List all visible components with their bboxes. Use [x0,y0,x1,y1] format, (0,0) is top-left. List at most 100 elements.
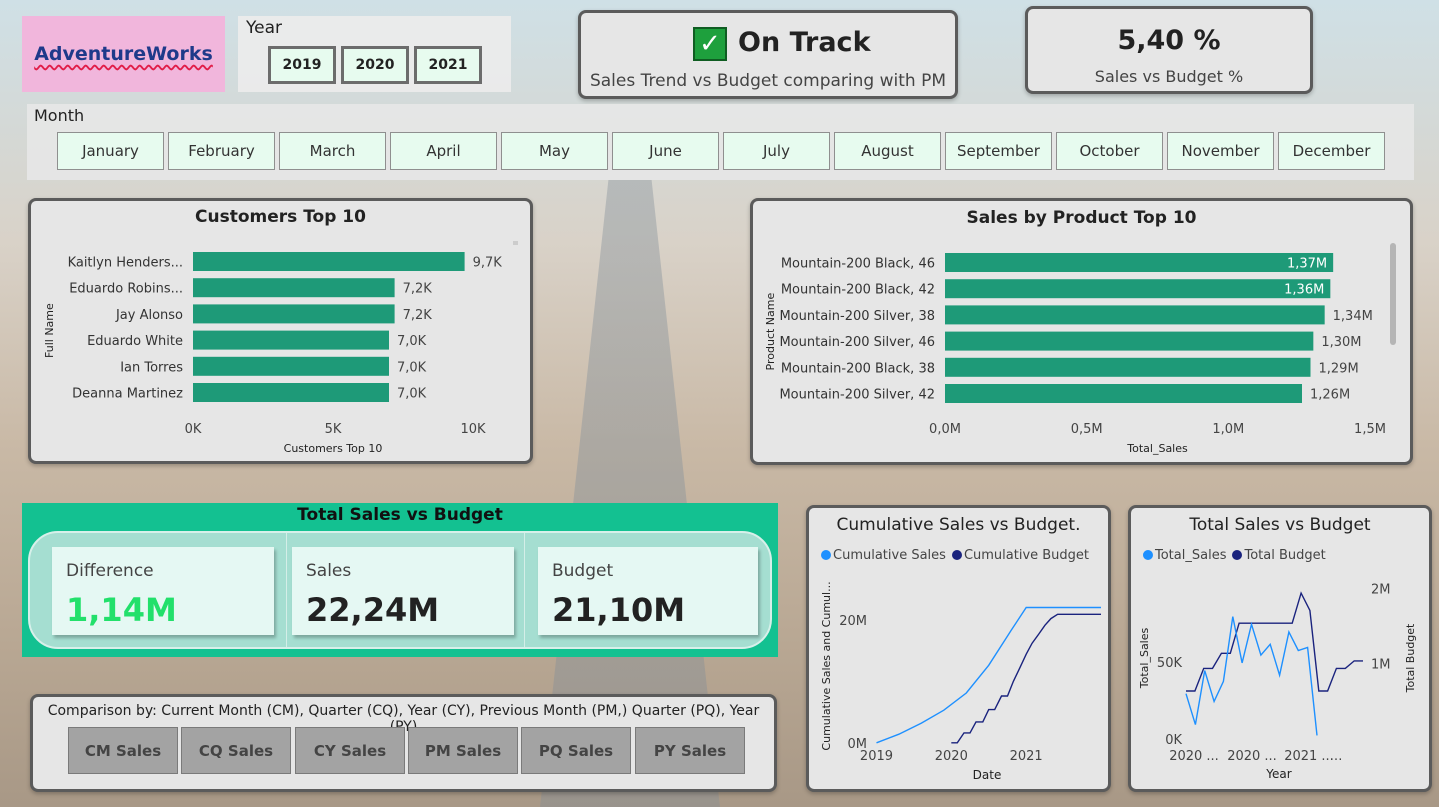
sales-vs-budget-pct-card: 5,40 % Sales vs Budget % [1025,6,1313,94]
divider [286,533,287,647]
month-option-august[interactable]: August [834,132,941,170]
bar [945,384,1302,403]
year-option-2021[interactable]: 2021 [414,46,482,84]
y-tick-label: 0K [1165,733,1182,748]
budget-card: Budget 21,10M [538,547,758,635]
y2-tick-label: 1M [1371,658,1391,673]
y-axis-title: Full Name [43,303,56,358]
x-tick-label: 2020 ... [1227,749,1277,764]
category-label: Mountain-200 Silver, 42 [779,388,935,403]
month-option-april[interactable]: April [390,132,497,170]
budget-value: 21,10M [552,591,686,629]
cy-sales-button[interactable]: CY Sales [295,727,405,774]
x-tick-label: 1,0M [1212,422,1244,437]
month-option-january[interactable]: January [57,132,164,170]
x-tick-label: 2019 [860,749,893,764]
x-tick-label: 0,5M [1071,422,1103,437]
month-option-june[interactable]: June [612,132,719,170]
category-label: Kaitlyn Henders... [68,256,183,271]
cm-sales-button[interactable]: CM Sales [68,727,178,774]
year-option-2019[interactable]: 2019 [268,46,336,84]
sales-label: Sales [306,561,352,581]
data-label: 1,26M [1310,388,1350,403]
customers-top10-svg: Kaitlyn Henders... 9,7K Eduardo Robins... 7… [43,241,518,455]
pct-subtitle: Sales vs Budget % [1094,67,1244,86]
category-label: Mountain-200 Black, 42 [781,283,935,298]
total-sales-vs-budget-line-chart: Total Sales vs Budget Total_Sales Total … [1128,505,1432,792]
status-card: ✓ On Track Sales Trend vs Budget compari… [578,10,958,99]
x-tick-label: 0K [185,422,202,437]
month-option-november[interactable]: November [1167,132,1274,170]
bar [193,252,465,271]
month-option-december[interactable]: December [1278,132,1385,170]
x-tick-label: 2020 [935,749,968,764]
year-slicer-label: Year [246,18,282,38]
sales-by-product-top10-chart: Sales by Product Top 10 Mountain-200 Bla… [750,198,1413,465]
pm-sales-button[interactable]: PM Sales [408,727,518,774]
bar [193,278,395,298]
pq-sales-button[interactable]: PQ Sales [521,727,631,774]
category-label: Mountain-200 Silver, 38 [779,309,935,324]
data-label: 7,0K [397,334,427,349]
y-axis-title: Product Name [764,293,777,371]
x-tick-label: 2020 ... [1169,749,1219,764]
kpi-block-title: Total Sales vs Budget [297,505,503,525]
status-subtitle: Sales Trend vs Budget comparing with PM [589,71,947,91]
bar [193,330,389,350]
month-option-october[interactable]: October [1056,132,1163,170]
total-sales-vs-budget-kpis: Total Sales vs Budget Difference 1,14M S… [22,503,778,657]
category-label: Jay Alonso [115,308,183,323]
difference-label: Difference [66,561,154,581]
data-label: 1,30M [1321,335,1361,350]
bar [193,383,389,402]
x-axis-title: Year [1265,767,1291,781]
sales-value: 22,24M [306,591,440,629]
month-option-may[interactable]: May [501,132,608,170]
y-axis-title: Cumulative Sales and Cumul... [820,581,833,750]
month-option-september[interactable]: September [945,132,1052,170]
x-tick-label: 10K [460,422,486,437]
y2-axis-title: Total Budget [1404,623,1417,693]
comparison-panel: Comparison by: Current Month (CM), Quart… [30,694,777,792]
app-logo: AdventureWorks [22,16,225,92]
x-tick-label: 0,0M [929,422,961,437]
month-option-july[interactable]: July [723,132,830,170]
category-label: Mountain-200 Silver, 46 [779,335,935,350]
scrollbar [1390,243,1396,345]
sales-card: Sales 22,24M [292,547,514,635]
customers-top10-chart: Customers Top 10 Kaitlyn Henders... 9,7K E… [28,198,533,464]
total-sales-line-svg: 0K 50K 1M 2M 2020 ... 2020 ... 2021 ...… Year To… [1138,582,1417,781]
logo-text: AdventureWorks [34,43,213,65]
bar [945,253,1334,272]
data-label: 7,2K [403,282,433,297]
series-line [951,613,1101,744]
x-tick-ellipsis: … [1330,749,1343,764]
category-label: Mountain-200 Black, 46 [781,257,935,272]
check-icon: ✓ [693,27,727,61]
pct-value: 5,40 % [1117,25,1221,56]
data-label: 1,34M [1333,309,1373,324]
x-tick-label: 2021 ... [1284,749,1334,764]
py-sales-button[interactable]: PY Sales [635,727,745,774]
data-label: 1,36M [1284,283,1324,298]
bar [945,305,1325,325]
y-axis-title: Total_Sales [1138,627,1151,689]
cq-sales-button[interactable]: CQ Sales [181,727,291,774]
bar [193,356,389,376]
bar [945,357,1311,377]
cumulative-chart-svg: 0M20M2019 2020 2021DateCumulative Sales an… [820,581,1101,782]
x-tick-label: 2021 [1010,749,1043,764]
bar [945,279,1331,299]
sales-by-product-svg: Mountain-200 Black, 46 1,37M Mountain-200 … [764,243,1396,455]
data-label: 1,37M [1287,257,1327,272]
x-tick-label: 5K [325,422,342,437]
month-option-february[interactable]: February [168,132,275,170]
data-label: 7,2K [403,308,433,323]
category-label: Mountain-200 Black, 38 [781,361,935,376]
year-option-2020[interactable]: 2020 [341,46,409,84]
month-slicer-label: Month [34,106,85,125]
cumulative-sales-vs-budget-chart: Cumulative Sales vs Budget. Cumulative S… [806,505,1111,792]
month-option-march[interactable]: March [279,132,386,170]
kpi-block-inner: Difference 1,14M Sales 22,24M Budget 21,… [28,531,772,649]
series-line [1185,616,1318,736]
